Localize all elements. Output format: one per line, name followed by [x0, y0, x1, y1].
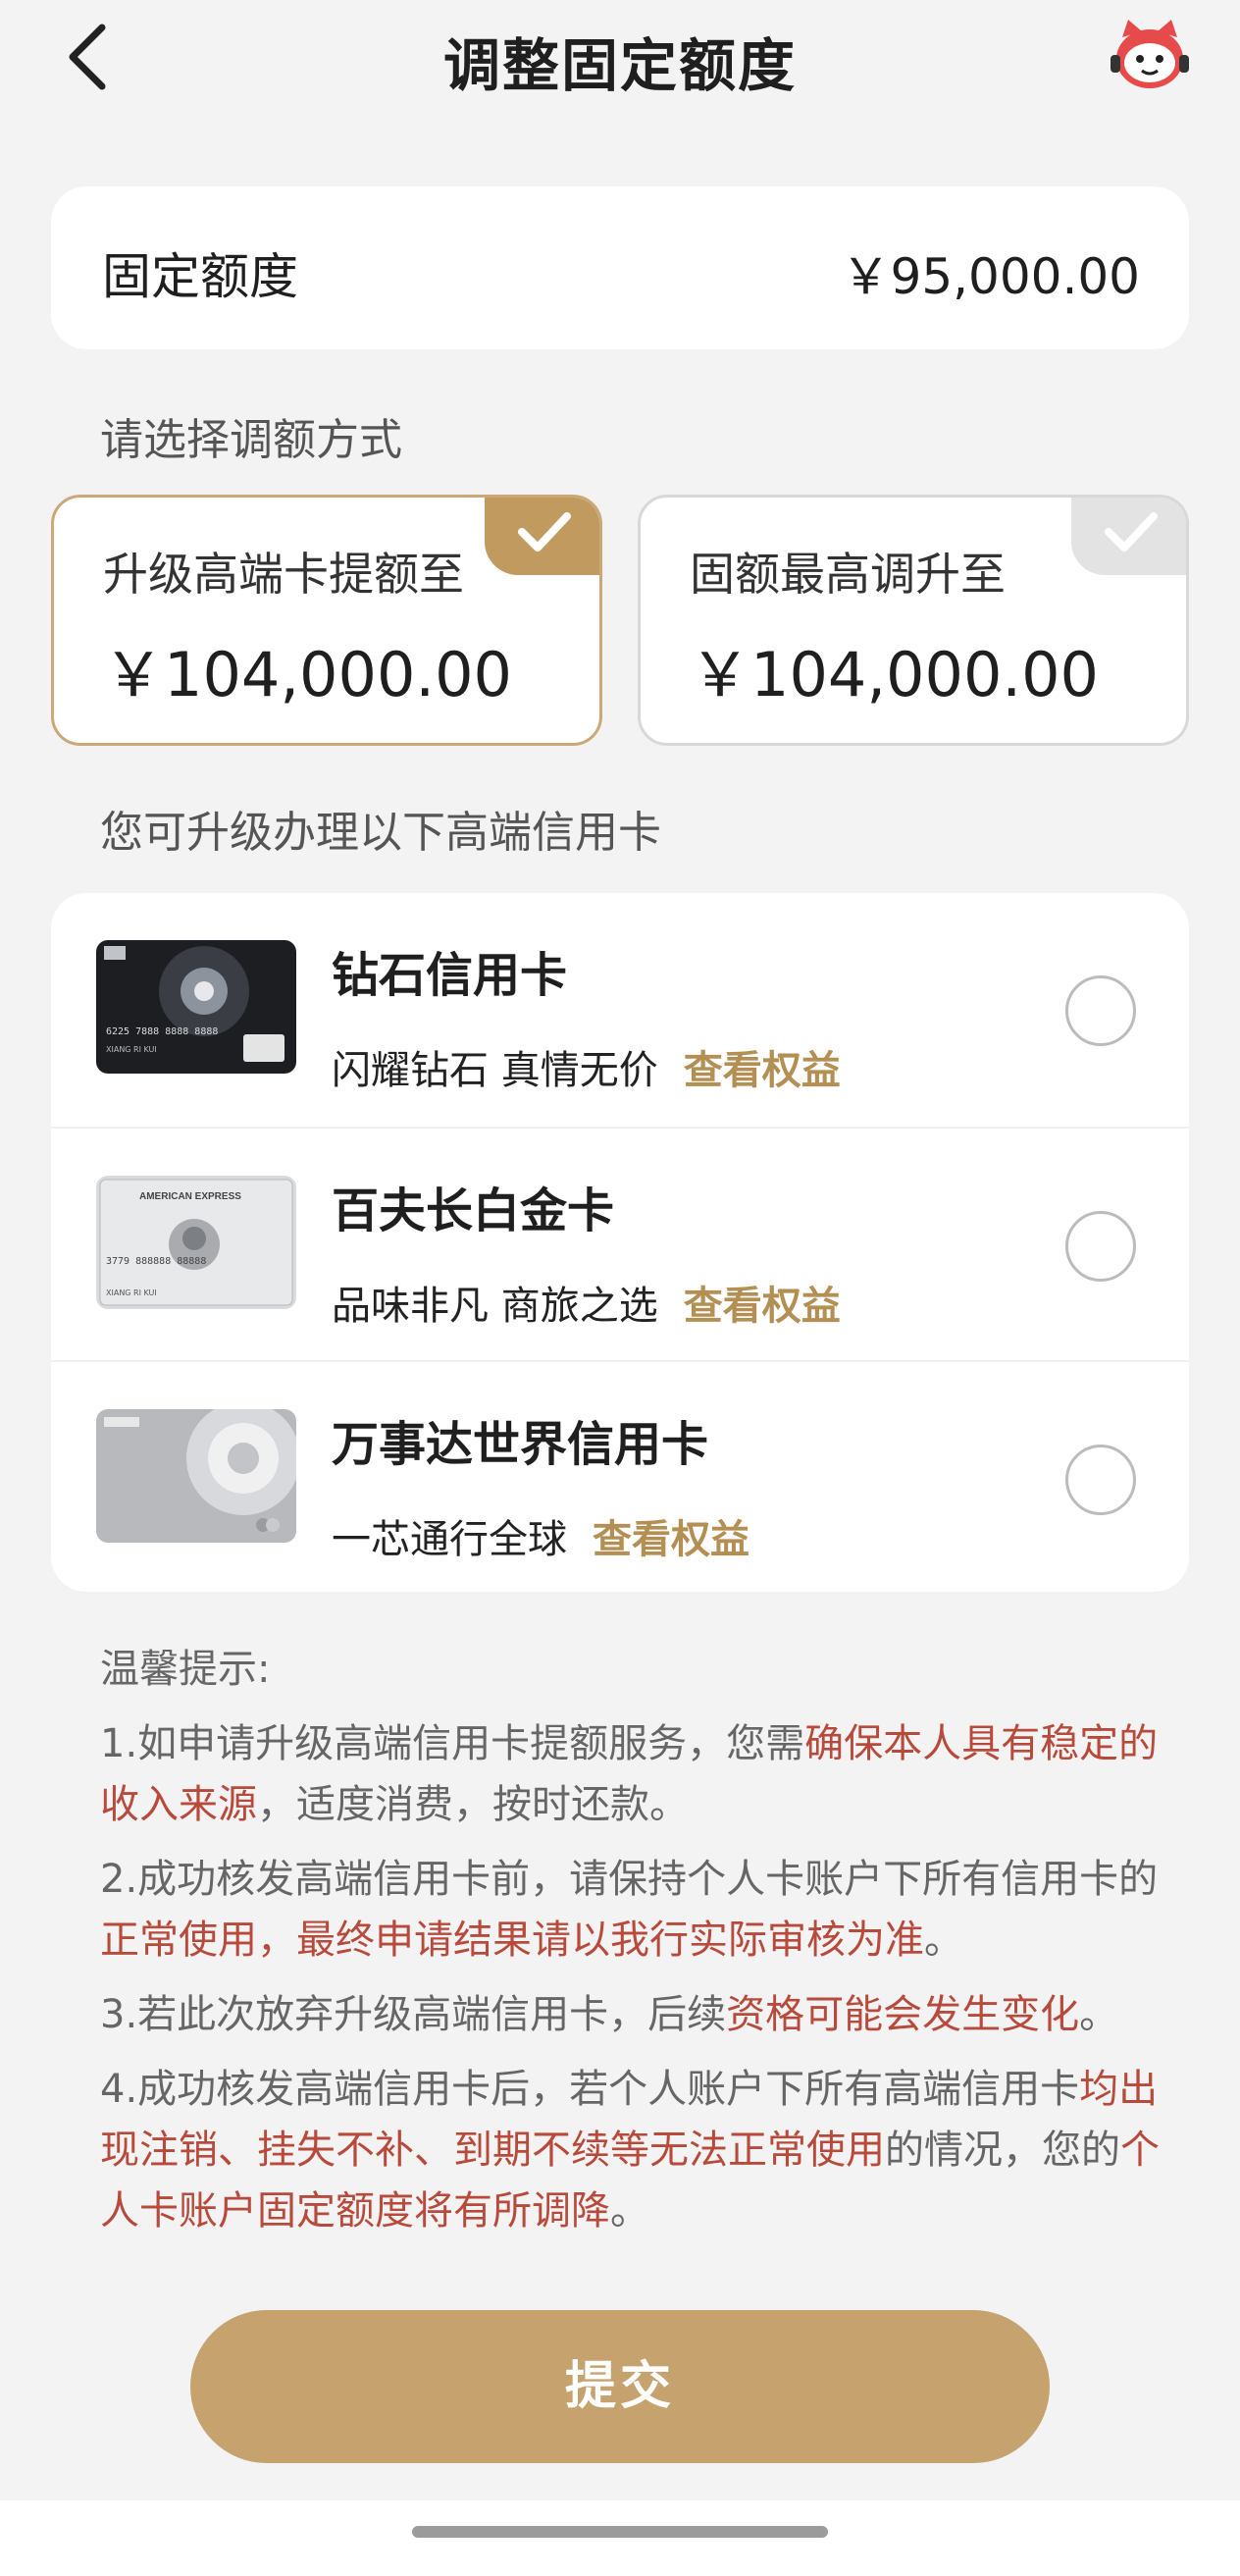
- card-row-centurion-platinum[interactable]: AMERICAN EXPRESS 3779 888888 88888 XIANG…: [51, 1127, 1189, 1360]
- adjust-method-heading: 请选择调额方式: [100, 415, 402, 465]
- card-radio-button[interactable]: [1065, 1211, 1136, 1282]
- option-value: ￥104,000.00: [103, 639, 512, 710]
- card-description: 品味非凡 商旅之选 查看权益: [332, 1284, 841, 1329]
- option-max-raise[interactable]: 固额最高调升至 ￥104,000.00: [638, 495, 1189, 746]
- option-label: 升级高端卡提额至: [103, 548, 464, 601]
- tip-item: 2.成功核发高端信用卡前，请保持个人卡账户下所有信用卡的正常使用，最终申请结果请…: [100, 1857, 1159, 1963]
- card-description: 一芯通行全球 查看权益: [332, 1517, 749, 1562]
- svg-text:6225 7888 8888 8888: 6225 7888 8888 8888: [106, 1026, 218, 1037]
- upgrade-cards-heading: 您可升级办理以下高端信用卡: [100, 808, 661, 858]
- card-name: 万事达世界信用卡: [332, 1417, 709, 1472]
- amex-platinum-card-image: AMERICAN EXPRESS 3779 888888 88888 XIANG…: [96, 1176, 296, 1309]
- svg-text:3779 888888 88888: 3779 888888 88888: [106, 1256, 206, 1267]
- card-radio-button[interactable]: [1065, 1445, 1136, 1515]
- header-bar: 调整固定额度: [0, 0, 1240, 108]
- unselected-check-icon: [1071, 498, 1186, 575]
- home-indicator[interactable]: [412, 2526, 828, 2538]
- tip-item: 1.如申请升级高端信用卡提额服务，您需确保本人具有稳定的收入来源，适度消费，按时…: [100, 1721, 1159, 1827]
- tips-section: 温馨提示: 1.如申请升级高端信用卡提额服务，您需确保本人具有稳定的收入来源，适…: [100, 1639, 1160, 2255]
- mascot-cat-icon[interactable]: [1109, 16, 1191, 94]
- view-benefits-link[interactable]: 查看权益: [684, 1284, 841, 1329]
- card-radio-button[interactable]: [1065, 975, 1136, 1046]
- tip-item: 3.若此次放弃升级高端信用卡，后续资格可能会发生变化。: [100, 1992, 1119, 2037]
- page-title: 调整固定额度: [442, 32, 797, 99]
- fixed-limit-label: 固定额度: [102, 248, 298, 305]
- view-benefits-link[interactable]: 查看权益: [684, 1048, 841, 1093]
- svg-text:AMERICAN EXPRESS: AMERICAN EXPRESS: [139, 1191, 241, 1202]
- tips-title: 温馨提示:: [100, 1647, 271, 1692]
- mastercard-world-card-image: [96, 1409, 296, 1543]
- svg-text:XIANG RI KUI: XIANG RI KUI: [106, 1045, 157, 1054]
- view-benefits-link[interactable]: 查看权益: [593, 1517, 749, 1562]
- card-list: 6225 7888 8888 8888 XIANG RI KUI 钻石信用卡 闪…: [51, 893, 1189, 1592]
- fixed-limit-card: 固定额度 ￥95,000.00: [51, 186, 1189, 349]
- card-description: 闪耀钻石 真情无价 查看权益: [332, 1048, 841, 1093]
- card-name: 钻石信用卡: [332, 948, 568, 1003]
- card-row-diamond[interactable]: 6225 7888 8888 8888 XIANG RI KUI 钻石信用卡 闪…: [51, 893, 1189, 1127]
- fixed-limit-value: ￥95,000.00: [841, 248, 1140, 305]
- card-row-mastercard-world[interactable]: 万事达世界信用卡 一芯通行全球 查看权益: [51, 1360, 1189, 1594]
- diamond-card-image: 6225 7888 8888 8888 XIANG RI KUI: [96, 940, 296, 1074]
- svg-text:XIANG RI KUI: XIANG RI KUI: [106, 1288, 157, 1297]
- selected-check-icon: [485, 498, 599, 575]
- option-value: ￥104,000.00: [690, 639, 1099, 710]
- option-upgrade-card[interactable]: 升级高端卡提额至 ￥104,000.00: [51, 495, 602, 746]
- submit-button[interactable]: 提交: [190, 2310, 1050, 2463]
- card-name: 百夫长白金卡: [332, 1183, 615, 1238]
- bottom-bar: [0, 2500, 1240, 2576]
- option-label: 固额最高调升至: [690, 548, 1006, 601]
- tip-item: 4.成功核发高端信用卡后，若个人账户下所有高端信用卡均出现注销、挂失不补、到期不…: [100, 2067, 1160, 2234]
